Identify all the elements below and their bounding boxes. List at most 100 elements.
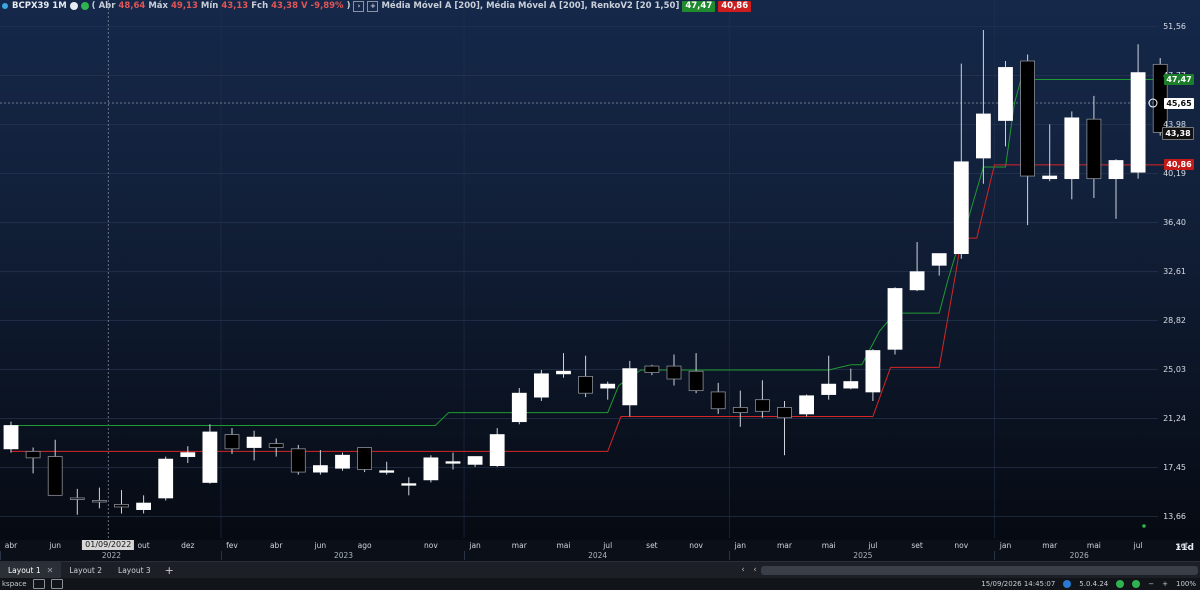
month-label: mai xyxy=(556,541,571,550)
scroll-track[interactable] xyxy=(761,565,1198,575)
candle-up xyxy=(953,161,969,255)
month-label: abr xyxy=(269,541,283,550)
month-label: mar xyxy=(1042,541,1058,550)
candlestick-chart[interactable] xyxy=(0,0,1200,540)
candle-down xyxy=(1020,60,1035,177)
month-label: nov xyxy=(689,541,703,550)
candle-up xyxy=(335,454,350,469)
candle-down xyxy=(92,500,107,503)
status-dot-icon xyxy=(80,2,89,10)
candle-down xyxy=(666,365,682,380)
month-label: jan xyxy=(734,541,747,550)
month-label: dez xyxy=(181,541,195,550)
zoom-minus-icon[interactable]: − xyxy=(1148,580,1154,588)
month-label: jul xyxy=(603,541,613,550)
chart-legend: BCPX39 1M ( Abr 48,64 Máx 49,13 Mín 43,1… xyxy=(0,0,752,12)
candle-down xyxy=(268,443,284,448)
candle-up xyxy=(379,470,395,473)
month-label: fev xyxy=(226,541,238,550)
time-axis[interactable]: 01/09/2022 11d abr jun out dez fev abr jun ago n… xyxy=(0,540,1200,561)
close-label: Fch xyxy=(251,1,269,11)
workspace-label[interactable]: kspace xyxy=(2,580,27,588)
add-layout-icon[interactable]: + xyxy=(159,564,180,577)
symbol-label[interactable]: BCPX39 1M xyxy=(0,1,67,11)
candle-down xyxy=(578,376,593,394)
month-label: mar xyxy=(511,541,527,550)
open-label: Abr xyxy=(98,1,116,11)
open-value: 48,64 xyxy=(118,1,146,11)
candle-up xyxy=(401,483,417,486)
candle-up xyxy=(312,465,328,473)
candle-up xyxy=(821,383,837,395)
moving-average-green-line xyxy=(11,78,1194,427)
calculator-icon[interactable] xyxy=(50,579,63,589)
candle-up xyxy=(489,434,505,467)
tab-layout-2[interactable]: Layout 2 xyxy=(61,562,110,578)
month-label: nov xyxy=(424,541,438,550)
year-label: 2025 xyxy=(729,551,995,560)
candle-down xyxy=(1086,118,1102,180)
candle-down xyxy=(114,503,129,508)
month-label: jul xyxy=(868,541,878,550)
month-label: set xyxy=(646,541,658,550)
scroll-left-icon[interactable]: ‹ xyxy=(737,565,749,575)
year-label: 2024 xyxy=(464,551,730,560)
candle-down xyxy=(777,407,792,419)
candle-up xyxy=(180,452,196,457)
settings-icon[interactable] xyxy=(69,2,78,10)
close-icon[interactable]: ✕ xyxy=(47,566,54,575)
candle-up xyxy=(423,457,439,481)
candle-up xyxy=(865,350,881,393)
tab-label: Layout 2 xyxy=(69,565,103,575)
candle-down xyxy=(732,407,748,414)
candle-up xyxy=(976,113,991,159)
month-label: mar xyxy=(777,541,792,550)
zoom-plus-icon[interactable]: + xyxy=(1162,580,1168,588)
candle-up xyxy=(534,373,549,398)
month-label: mai xyxy=(821,541,836,550)
year-label: 2026 xyxy=(994,551,1163,560)
candle-up xyxy=(467,456,483,465)
high-label: Máx xyxy=(148,1,168,11)
tab-label: Layout 1 xyxy=(8,565,41,575)
tab-layout-3[interactable]: Layout 3 xyxy=(110,562,159,578)
candle-up xyxy=(1130,72,1146,173)
scroll-left-icon-2[interactable]: ‹ xyxy=(749,565,761,575)
chart-area[interactable]: BCPX39 1M ( Abr 48,64 Máx 49,13 Mín 43,1… xyxy=(0,0,1200,540)
version-label: 5.0.4.24 xyxy=(1079,580,1109,588)
trading-app: BCPX39 1M ( Abr 48,64 Máx 49,13 Mín 43,1… xyxy=(0,0,1200,590)
candle-down xyxy=(688,370,704,392)
indicator-dot xyxy=(1142,524,1146,528)
studies-label[interactable]: Média Móvel A [200], Média Móvel A [200]… xyxy=(381,1,679,11)
month-label: ago xyxy=(357,541,372,550)
collapse-icon[interactable]: › xyxy=(353,0,365,12)
tab-layout-1[interactable]: Layout 1 ✕ xyxy=(0,562,62,578)
price-tick-label: 28,82 xyxy=(1163,315,1186,325)
candle-down xyxy=(69,497,85,500)
add-study-icon[interactable]: + xyxy=(367,0,379,12)
cursor-price-tag: 45,65 xyxy=(1164,97,1194,109)
month-label: jun xyxy=(49,541,61,550)
grid-layout-icon[interactable] xyxy=(32,579,45,589)
low-label: Mín xyxy=(200,1,219,11)
price-tick-label: 21,24 xyxy=(1163,413,1186,423)
candle-up xyxy=(799,395,814,415)
month-label: nov xyxy=(954,541,969,550)
status-bar: kspace 15/09/2026 14:45:07 5.0.4.24 − + … xyxy=(0,578,1200,590)
chart-scrollbar[interactable]: ‹ ‹ xyxy=(737,564,1200,576)
layout-tab-bar: Layout 1 ✕ Layout 2 Layout 3 + ‹ ‹ xyxy=(0,561,1200,578)
zoom-label: 100% xyxy=(1175,580,1196,588)
study-red-value: 40,86 xyxy=(718,0,752,12)
price-tick-label: 40,19 xyxy=(1163,168,1186,178)
month-label: jan xyxy=(469,541,481,550)
close-value: 43,38 xyxy=(271,1,299,11)
month-label: jan xyxy=(999,541,1012,550)
candle-up xyxy=(931,253,947,266)
candle-up xyxy=(3,425,19,450)
candle-up xyxy=(622,368,638,406)
candle-up xyxy=(158,458,174,499)
tab-label: Layout 3 xyxy=(118,565,151,575)
month-label: out xyxy=(137,541,150,550)
candle-up xyxy=(202,431,218,483)
candle-down xyxy=(224,434,240,450)
